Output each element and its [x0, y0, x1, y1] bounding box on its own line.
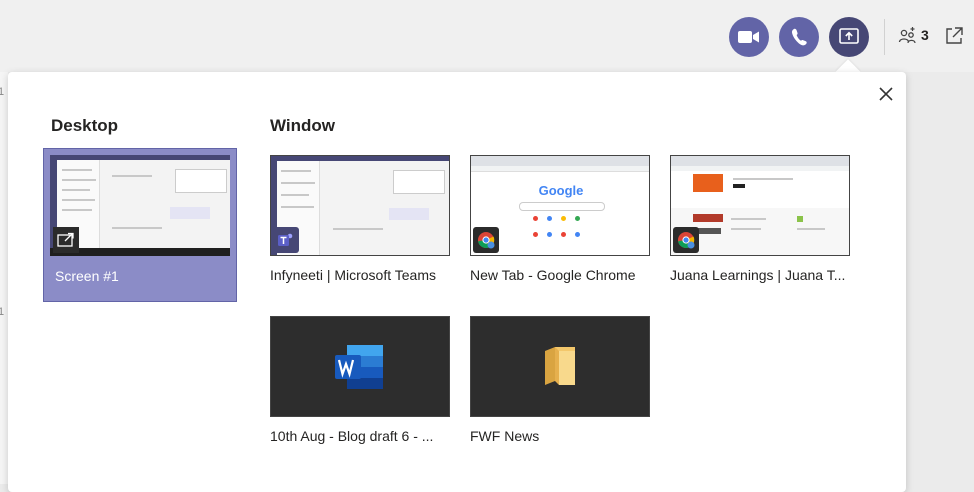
window-tile-label: Infyneeti | Microsoft Teams [270, 267, 436, 283]
pop-out-button[interactable] [944, 26, 964, 51]
window-tile-label: 10th Aug - Blog draft 6 - ... [270, 428, 434, 444]
share-screen-icon [839, 28, 859, 44]
window-tile-word-doc[interactable]: 10th Aug - Blog draft 6 - ... [270, 316, 450, 451]
teams-icon [273, 227, 299, 253]
window-tile-teams[interactable]: Infyneeti | Microsoft Teams [270, 155, 450, 290]
people-add-icon [898, 27, 916, 44]
desktop-section-title: Desktop [51, 116, 119, 135]
share-screen-button[interactable] [829, 17, 869, 57]
background-edge: 1 1 [0, 72, 8, 484]
window-tile-label: Juana Learnings | Juana T... [670, 267, 846, 283]
phone-icon [791, 28, 807, 46]
window-tile-chrome-new-tab[interactable]: Google New Tab - Google Chrome [470, 155, 650, 290]
google-logo-text: Google [538, 183, 584, 198]
edge-glyph: 1 [0, 86, 5, 98]
screen-thumbnail [50, 155, 230, 256]
folder-icon [543, 345, 577, 392]
window-section-title: Window [270, 116, 335, 135]
screen-tile-label: Screen #1 [55, 268, 119, 284]
chrome-icon [673, 227, 699, 253]
window-tile-fwf-news[interactable]: FWF News [470, 316, 650, 451]
video-camera-icon [738, 31, 759, 43]
screen-share-icon [53, 227, 79, 253]
video-call-button[interactable] [729, 17, 769, 57]
word-icon [335, 345, 385, 394]
edge-glyph: 1 [0, 306, 5, 318]
window-tile-juana-learnings[interactable]: Juana Learnings | Juana T... [670, 155, 850, 290]
screen-tile-1[interactable]: Screen #1 [43, 148, 237, 302]
window-thumbnail [270, 316, 450, 417]
chrome-icon [473, 227, 499, 253]
window-thumbnail [470, 316, 650, 417]
meeting-controls-bar [0, 0, 974, 72]
participant-count: 3 [921, 27, 929, 43]
audio-call-button[interactable] [779, 17, 819, 57]
share-content-panel: Desktop Window Screen #1 Infyneeti | Mic… [8, 72, 906, 492]
close-button[interactable] [874, 82, 898, 106]
participants-button[interactable]: 3 [898, 26, 929, 44]
window-tile-label: New Tab - Google Chrome [470, 267, 636, 283]
close-icon [879, 87, 893, 101]
pop-out-icon [946, 27, 963, 44]
window-tile-label: FWF News [470, 428, 540, 444]
toolbar-divider [884, 19, 885, 55]
